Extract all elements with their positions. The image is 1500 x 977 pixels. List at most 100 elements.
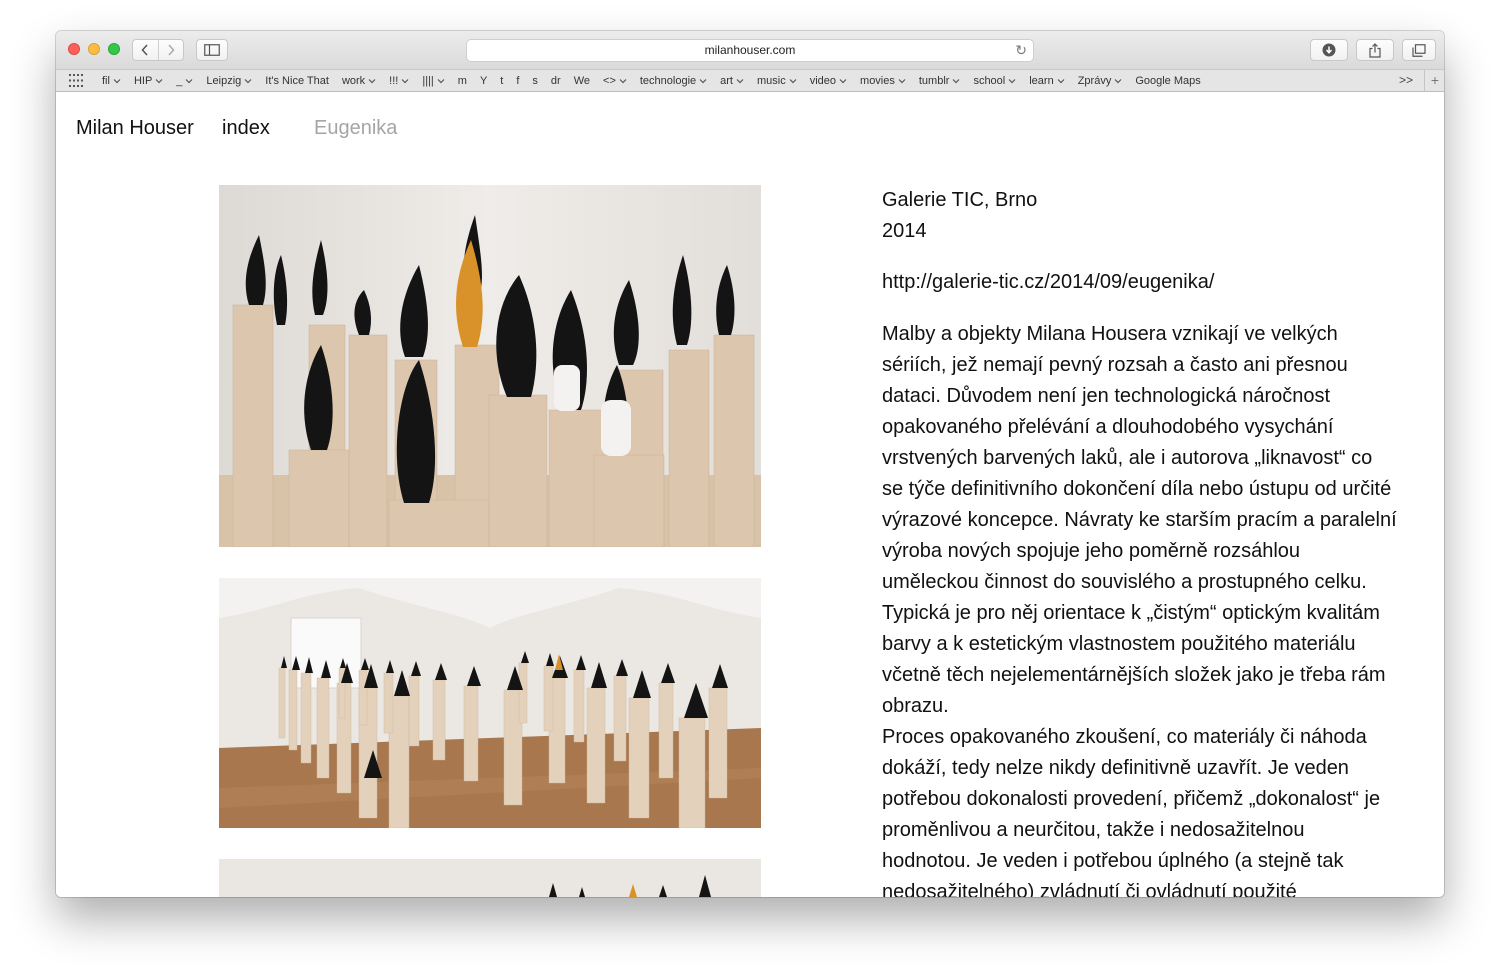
new-tab-button[interactable]: + xyxy=(1424,70,1444,91)
site-title-link[interactable]: Milan Houser xyxy=(76,117,194,140)
top-sites-grid-icon[interactable] xyxy=(69,74,83,87)
bookmark-label: s xyxy=(532,74,538,87)
chevron-down-icon xyxy=(185,78,193,83)
url-text: milanhouser.com xyxy=(704,43,796,57)
bookmark-list: fil HIP _ Leipzig It's Nice That work!!! |||| m… xyxy=(102,70,1214,91)
index-link[interactable]: index xyxy=(222,117,270,140)
bookmark-label: !!! xyxy=(389,74,399,87)
tabs-overview-icon xyxy=(1412,43,1426,57)
download-icon xyxy=(1322,43,1336,57)
bookmark-item[interactable]: Google Maps xyxy=(1135,75,1200,87)
bookmark-label: HIP xyxy=(133,74,153,87)
bookmark-item[interactable]: Zprávy xyxy=(1078,75,1123,87)
browser-toolbar: milanhouser.com ↻ xyxy=(56,31,1444,69)
bookmark-label: We xyxy=(573,74,591,87)
downloads-button[interactable] xyxy=(1310,39,1348,61)
bookmark-item[interactable]: s xyxy=(532,75,538,87)
chevron-down-icon xyxy=(699,78,707,83)
bookmark-item[interactable]: <> xyxy=(603,75,627,87)
bookmark-item[interactable]: We xyxy=(574,75,590,87)
chevron-down-icon xyxy=(437,78,445,83)
exhibition-photo-3 xyxy=(219,859,761,897)
address-bar[interactable]: milanhouser.com ↻ xyxy=(466,39,1034,62)
history-nav xyxy=(132,39,184,61)
bookmark-label: |||| xyxy=(422,74,434,87)
bookmark-item[interactable]: art xyxy=(720,75,744,87)
chevron-down-icon xyxy=(244,78,252,83)
sidebar-toggle-button[interactable] xyxy=(196,39,228,61)
bookmark-item[interactable]: !!! xyxy=(389,75,409,87)
bookmark-item[interactable]: Y xyxy=(480,75,487,87)
chevron-down-icon xyxy=(113,78,121,83)
bookmark-label: Y xyxy=(479,74,488,87)
back-button[interactable] xyxy=(133,40,158,60)
bookmark-item[interactable]: _ xyxy=(176,75,193,87)
bookmark-item[interactable]: fil xyxy=(102,75,121,87)
bookmark-label: work xyxy=(341,74,366,87)
web-page: Milan Houser index Eugenika Galerie TIC,… xyxy=(56,92,1444,897)
chevron-left-icon xyxy=(141,44,148,56)
reload-icon[interactable]: ↻ xyxy=(1015,40,1027,61)
bookmark-label: art xyxy=(720,74,733,87)
bookmark-item[interactable]: video xyxy=(810,75,847,87)
chevron-down-icon xyxy=(839,78,847,83)
bookmark-item[interactable]: |||| xyxy=(422,74,445,87)
close-window-button[interactable] xyxy=(68,43,80,55)
bookmark-item[interactable]: dr xyxy=(551,75,561,87)
bookmark-label: fil xyxy=(102,74,110,87)
bookmark-label: t xyxy=(500,74,504,87)
sidebar-icon xyxy=(204,44,220,56)
chevron-right-icon xyxy=(168,44,175,56)
forward-button[interactable] xyxy=(158,40,183,60)
bookmark-item[interactable]: m xyxy=(458,75,467,87)
bookmark-item[interactable]: f xyxy=(516,75,519,87)
bookmark-label: Google Maps xyxy=(1135,74,1201,87)
chevron-down-icon xyxy=(401,78,409,83)
chevron-down-icon xyxy=(789,78,797,83)
exhibition-photo-2 xyxy=(219,578,761,828)
bookmark-label: video xyxy=(809,74,837,87)
zoom-window-button[interactable] xyxy=(108,43,120,55)
bookmark-item[interactable]: work xyxy=(342,75,376,87)
browser-window: milanhouser.com ↻ fil HIP _ Leipzig It's Nic… xyxy=(56,31,1444,897)
bookmark-label: _ xyxy=(176,74,183,87)
chevron-down-icon xyxy=(1008,78,1016,83)
bookmark-label: learn xyxy=(1029,74,1054,87)
bookmark-label: <> xyxy=(603,74,616,87)
bookmark-item[interactable]: HIP xyxy=(134,75,163,87)
bookmark-item[interactable]: music xyxy=(757,75,797,87)
exhibition-year: 2014 xyxy=(882,220,927,242)
bookmark-item[interactable]: tumblr xyxy=(919,75,961,87)
bookmark-item[interactable]: movies xyxy=(860,75,906,87)
bookmark-item[interactable]: It's Nice That xyxy=(265,75,329,87)
chevron-down-icon xyxy=(155,78,163,83)
show-tabs-button[interactable] xyxy=(1402,39,1436,61)
chevron-down-icon xyxy=(1057,78,1065,83)
exhibition-info: Galerie TIC, Brno 2014 http://galerie-ti… xyxy=(882,185,1427,897)
bookmarks-bar: fil HIP _ Leipzig It's Nice That work!!! |||| m… xyxy=(56,69,1444,92)
bookmarks-overflow-button[interactable]: >> xyxy=(1399,73,1413,87)
bookmark-label: movies xyxy=(860,74,895,87)
bookmark-item[interactable]: learn xyxy=(1029,74,1065,87)
chevron-down-icon xyxy=(619,78,627,83)
bookmark-label: m xyxy=(457,74,467,87)
minimize-window-button[interactable] xyxy=(88,43,100,55)
chevron-down-icon xyxy=(368,78,376,83)
bookmark-item[interactable]: t xyxy=(500,75,503,87)
chevron-down-icon xyxy=(898,78,906,83)
bookmark-label: dr xyxy=(550,74,561,87)
share-button[interactable] xyxy=(1356,39,1394,61)
bookmark-label: technologie xyxy=(639,74,697,87)
exhibition-venue: Galerie TIC, Brno 2014 xyxy=(882,185,1427,247)
share-icon xyxy=(1369,42,1381,58)
exhibition-link[interactable]: http://galerie-tic.cz/2014/09/eugenika/ xyxy=(882,267,1427,298)
chevron-down-icon xyxy=(953,78,960,83)
bookmark-label: f xyxy=(516,74,520,87)
chevron-down-icon xyxy=(1114,78,1122,83)
bookmark-label: Zprávy xyxy=(1077,74,1112,87)
bookmark-item[interactable]: school xyxy=(973,75,1016,87)
bookmark-item[interactable]: Leipzig xyxy=(206,75,252,87)
bookmark-item[interactable]: technologie xyxy=(640,75,707,87)
bookmark-label: tumblr xyxy=(918,74,950,87)
bookmark-label: It's Nice That xyxy=(265,74,329,87)
